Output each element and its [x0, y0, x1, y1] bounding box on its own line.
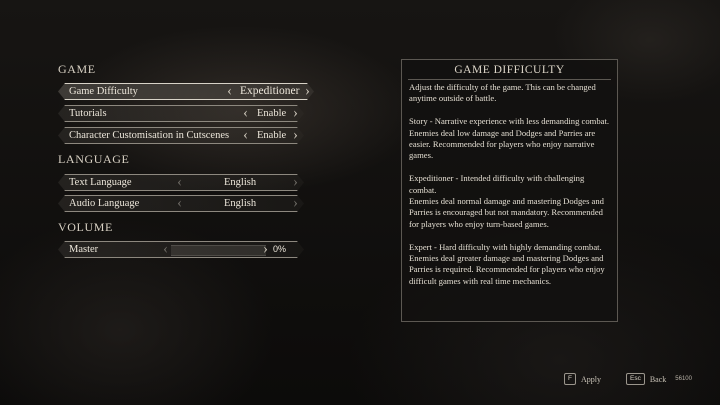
volume-slider-track[interactable] [171, 245, 266, 256]
section-title-volume: VOLUME [58, 220, 113, 234]
setting-row-game-difficulty[interactable]: Game Difficulty ‹ Expeditioner › [58, 83, 314, 100]
panel-divider [408, 79, 611, 80]
panel-expert: Expert - Hard difficulty with highly dem… [409, 241, 605, 286]
chevron-left-icon[interactable]: ‹ [177, 195, 182, 211]
section-title-language: LANGUAGE [58, 152, 130, 166]
chevron-left-icon[interactable]: ‹ [163, 241, 168, 257]
panel-story: Story - Narrative experience with less d… [409, 116, 609, 161]
setting-label: Text Language [69, 177, 132, 188]
chevron-left-icon[interactable]: ‹ [243, 105, 248, 121]
setting-value: English [224, 177, 257, 188]
setting-label: Character Customisation in Cutscenes [69, 130, 230, 141]
back-label: Back [649, 374, 667, 384]
panel-body: Adjust the difficulty of the game. This … [409, 82, 611, 299]
f-key-icon: F [564, 373, 576, 385]
setting-value: Expeditioner [240, 85, 300, 97]
setting-value: Enable [257, 108, 287, 119]
chevron-left-icon[interactable]: ‹ [177, 174, 182, 190]
chevron-left-icon[interactable]: ‹ [227, 83, 232, 99]
chevron-left-icon[interactable]: ‹ [243, 127, 248, 143]
chevron-right-icon[interactable]: › [305, 83, 310, 99]
chevron-right-icon[interactable]: › [293, 174, 298, 190]
setting-value: Enable [257, 130, 287, 141]
back-prompt[interactable]: Esc Back 56100 [626, 373, 692, 385]
setting-label: Master [69, 244, 99, 255]
panel-expeditioner: Expeditioner - Intended difficulty with … [409, 173, 604, 229]
apply-label: Apply [580, 374, 601, 384]
setting-row-character-customisation[interactable]: Character Customisation in Cutscenes ‹ E… [58, 127, 304, 144]
chevron-right-icon[interactable]: › [293, 127, 298, 143]
setting-label: Tutorials [69, 108, 107, 119]
setting-row-tutorials[interactable]: Tutorials ‹ Enable › [58, 105, 304, 122]
setting-value: 0% [273, 244, 287, 254]
build-code: 56100 [675, 376, 692, 382]
esc-key-icon: Esc [626, 373, 645, 385]
chevron-right-icon[interactable]: › [293, 195, 298, 211]
setting-label: Audio Language [69, 198, 140, 209]
setting-row-text-language[interactable]: Text Language ‹ English › [58, 174, 304, 191]
chevron-right-icon[interactable]: › [293, 105, 298, 121]
panel-intro: Adjust the difficulty of the game. This … [409, 82, 596, 104]
apply-prompt[interactable]: F Apply [564, 373, 601, 385]
panel-title: GAME DIFFICULTY [454, 64, 565, 76]
setting-value: English [224, 198, 257, 209]
section-title-game: GAME [58, 62, 96, 76]
description-panel: GAME DIFFICULTY Adjust the difficulty of… [401, 59, 618, 322]
setting-row-audio-language[interactable]: Audio Language ‹ English › [58, 195, 304, 212]
setting-label: Game Difficulty [69, 86, 138, 97]
setting-row-master-volume[interactable]: Master ‹ › 0% [58, 241, 304, 258]
chevron-right-icon[interactable]: › [263, 241, 268, 257]
